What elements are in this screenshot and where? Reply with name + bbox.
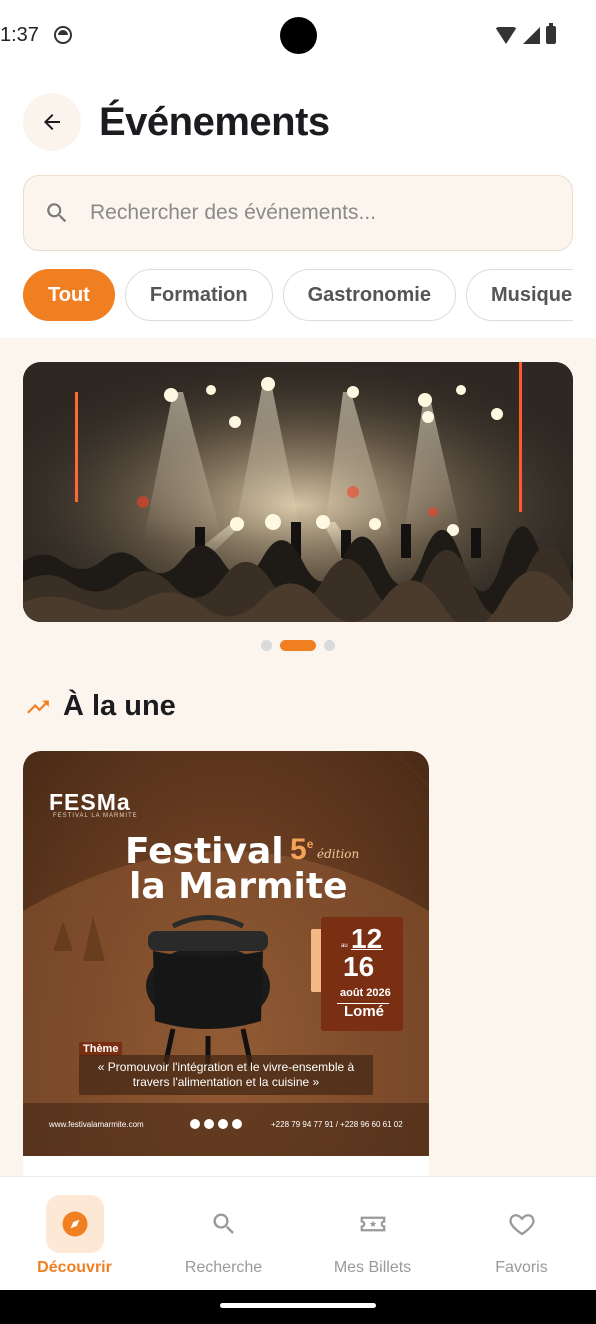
nav-icon-container <box>493 1195 551 1253</box>
instagram-icon <box>204 1119 214 1129</box>
carousel-dot[interactable] <box>261 640 272 651</box>
nav-icon-container <box>344 1195 402 1253</box>
event-poster: FESMa FESTIVAL LA MARMITE Festival la Ma… <box>23 751 429 1156</box>
poster-theme-text: « Promouvoir l'intégration et le vivre-e… <box>79 1055 373 1095</box>
nav-item-recherche[interactable]: Recherche <box>149 1177 298 1290</box>
poster-edition-word: édition <box>317 847 360 861</box>
featured-event-card[interactable]: FESMa FESTIVAL LA MARMITE Festival la Ma… <box>23 751 429 1176</box>
poster-phones: +228 79 94 77 91 / +228 96 60 61 02 <box>271 1120 403 1129</box>
compass-icon <box>62 1211 87 1237</box>
poster-date-box: 12 au 16 août 2026 Lomé <box>321 917 403 1031</box>
poster-date-divider <box>351 949 383 950</box>
concert-image <box>23 362 573 622</box>
search-bar[interactable] <box>23 175 573 251</box>
nav-item-mes-billets[interactable]: Mes Billets <box>298 1177 447 1290</box>
ticket-icon <box>360 1216 385 1232</box>
poster-date-end: 16 <box>343 951 375 982</box>
poster-social-icons <box>190 1119 242 1129</box>
search-icon <box>212 1213 234 1234</box>
nav-label: Favoris <box>495 1259 548 1276</box>
page-title: Événements <box>99 99 330 144</box>
signal-icon <box>523 26 540 44</box>
status-bar: 1:37 <box>0 0 596 72</box>
festival-logo: FESMa <box>49 789 131 815</box>
search-input[interactable] <box>90 201 530 225</box>
poster-date-connector: au <box>341 943 348 949</box>
poster-city: Lomé <box>344 1003 385 1020</box>
poster-edition-number: 5e <box>290 833 314 866</box>
header: Événements <box>23 92 573 152</box>
wifi-icon <box>495 26 517 44</box>
event-banner-image[interactable] <box>23 362 573 622</box>
nav-label: Mes Billets <box>333 1259 412 1276</box>
search-icon <box>47 203 67 223</box>
poster-website: www.festivalamarmite.com <box>49 1120 144 1129</box>
festival-logo-subtitle: FESTIVAL LA MARMITE <box>53 813 138 819</box>
poster-title-line2: la Marmite <box>129 866 348 907</box>
chip-musique[interactable]: Musique <box>465 269 573 321</box>
back-button[interactable] <box>23 93 81 151</box>
chip-gastronomie[interactable]: Gastronomie <box>282 269 456 321</box>
trending-up-icon <box>27 700 49 713</box>
heart-icon <box>508 1214 535 1236</box>
facebook-icon <box>190 1119 200 1129</box>
nav-label: Découvrir <box>37 1259 112 1276</box>
nav-icon-container <box>195 1195 253 1253</box>
tiktok-icon <box>232 1119 242 1129</box>
status-icons <box>495 23 556 44</box>
poster-theme-label: Thème <box>79 1042 123 1056</box>
camera-cutout <box>280 17 317 54</box>
chip-tout[interactable]: Tout <box>23 269 115 321</box>
x-icon <box>218 1119 228 1129</box>
status-time: 1:37 <box>0 24 39 46</box>
section-title: À la une <box>63 690 176 722</box>
nav-item-favoris[interactable]: Favoris <box>447 1177 596 1290</box>
category-filter: Tout Formation Gastronomie Musique <box>23 269 573 321</box>
bottom-navigation: Découvrir Recherche Mes Billets Favoris <box>0 1176 596 1290</box>
carousel-dot-active[interactable] <box>280 640 316 651</box>
nav-icon-container <box>45 1195 104 1253</box>
featured-section-header: À la une <box>25 690 176 723</box>
notification-face-icon <box>54 26 72 44</box>
chip-formation[interactable]: Formation <box>124 269 273 321</box>
nav-item-decouvrir[interactable]: Découvrir <box>0 1177 149 1290</box>
carousel-dot[interactable] <box>324 640 335 651</box>
carousel-indicator <box>0 640 596 651</box>
battery-icon <box>546 23 556 44</box>
nav-label: Recherche <box>184 1259 263 1276</box>
poster-month-year: août 2026 <box>340 987 391 999</box>
home-gesture-handle[interactable] <box>220 1303 376 1308</box>
main-content: À la une FESMa FESTIVAL LA MARMITE Festi… <box>0 338 596 1176</box>
arrow-left-icon <box>44 114 60 130</box>
